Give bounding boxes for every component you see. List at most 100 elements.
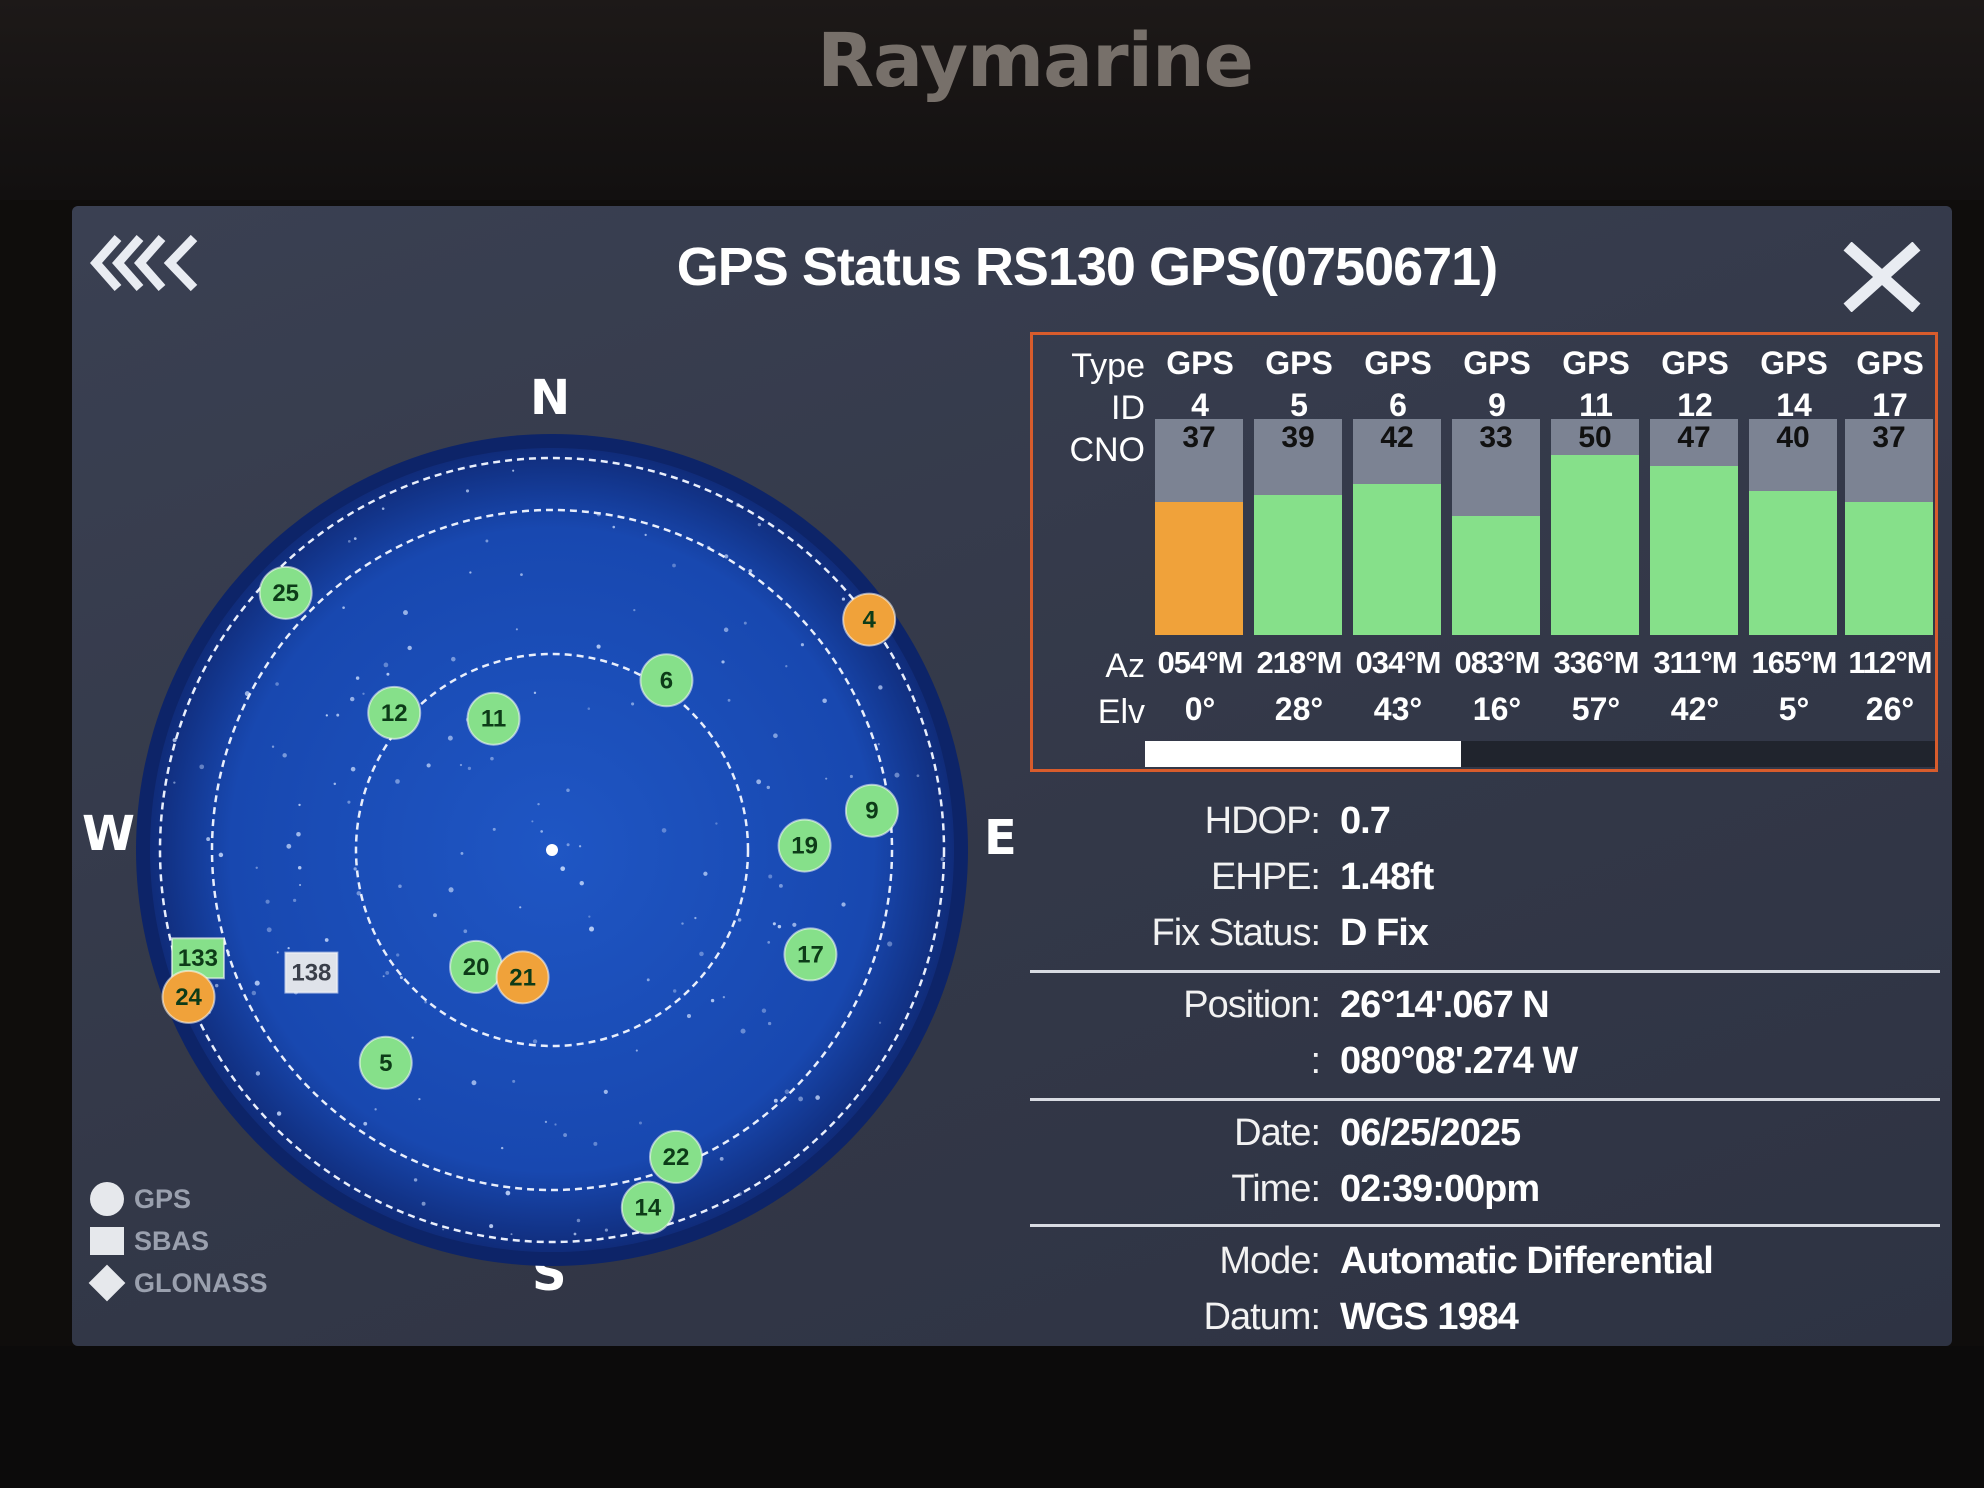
star-dot [275, 682, 279, 686]
star-dot [214, 983, 219, 988]
skyplot-legend: GPS SBAS GLONASS [88, 1178, 268, 1304]
star-dot [792, 922, 797, 927]
cno-bar: 42 [1353, 419, 1441, 635]
hdop-row: HDOP: 0.7 [1030, 800, 1940, 850]
star-dot [510, 1233, 513, 1236]
ehpe-row: EHPE: 1.48ft [1030, 856, 1940, 906]
star-dot [519, 906, 522, 909]
star-dot [287, 947, 290, 950]
satellite-signal-table[interactable]: Type ID CNO Az Elv GPS 4 37 054°M 0° GPS… [1030, 332, 1938, 772]
satellite-marker[interactable]: 19 [777, 818, 832, 873]
satellite-marker[interactable]: 11 [466, 691, 521, 746]
cno-value: 42 [1380, 421, 1414, 454]
star-dot [715, 822, 718, 825]
satellite-id-label: 4 [862, 607, 876, 634]
mode-value: Automatic Differential [1340, 1240, 1714, 1282]
star-dot [638, 1121, 642, 1125]
star-dot [383, 662, 389, 668]
star-dot [773, 1098, 778, 1103]
star-dot [385, 970, 390, 975]
fix-status-label: Fix Status: [1151, 912, 1322, 954]
star-dot [740, 1028, 746, 1034]
compass-north: N [530, 370, 571, 426]
time-label: Time: [1231, 1168, 1321, 1210]
star-dot [560, 866, 566, 872]
cno-bar-fill [1749, 491, 1837, 635]
hdop-value: 0.7 [1340, 800, 1391, 842]
star-dot [710, 998, 715, 1003]
satellite-marker[interactable]: 138 [284, 951, 339, 994]
satellite-marker[interactable]: 17 [783, 927, 838, 982]
star-dot [681, 922, 684, 925]
star-dot [296, 831, 301, 837]
satellite-marker[interactable]: 4 [842, 592, 897, 647]
star-dot [822, 698, 827, 703]
time-row: Time: 02:39:00pm [1030, 1168, 1940, 1218]
datum-row: Datum: WGS 1984 [1030, 1296, 1940, 1346]
star-dot [459, 763, 463, 767]
star-dot [723, 627, 729, 633]
date-label: Date: [1234, 1112, 1321, 1154]
star-dot [325, 714, 328, 717]
star-dot [418, 1097, 421, 1101]
star-dot [350, 696, 355, 702]
ehpe-value: 1.48ft [1340, 856, 1434, 898]
satellite-marker[interactable]: 25 [258, 565, 313, 620]
satellite-marker[interactable]: 21 [495, 950, 550, 1005]
star-dot [266, 927, 272, 933]
satellite-marker[interactable]: 12 [367, 685, 422, 740]
satellite-skyplot[interactable]: 25 6 4 11 12 9 19 17 133 24 138 20 21 5 2214 [132, 430, 972, 1270]
satellite-marker[interactable]: 24 [161, 969, 216, 1024]
scrollbar-thumb[interactable] [1145, 741, 1461, 767]
time-value: 02:39:00pm [1340, 1168, 1540, 1210]
star-dot [206, 837, 211, 842]
compass-west: W [82, 806, 135, 862]
satellite-marker[interactable]: 14 [620, 1180, 675, 1235]
cno-bar-fill [1650, 465, 1738, 635]
star-dot [500, 1146, 504, 1150]
star-dot [533, 691, 537, 695]
position-label: Position: [1183, 984, 1321, 1026]
star-dot [743, 621, 747, 625]
star-dot [489, 1224, 494, 1229]
star-dot [382, 975, 385, 978]
cno-value: 47 [1677, 421, 1711, 454]
satellite-id-label: 133 [178, 945, 218, 972]
table-scrollbar[interactable] [1145, 741, 1935, 767]
star-dot [286, 843, 292, 849]
star-dot [399, 976, 403, 980]
satellite-column: GPS 17 37 112°M 26° [1845, 335, 1935, 775]
back-chevrons-icon [90, 234, 198, 292]
satellite-column: GPS 6 42 034°M 43° [1353, 335, 1443, 775]
close-button[interactable] [1842, 241, 1922, 313]
star-dot [490, 756, 494, 761]
device-bezel-top: Raymarine [0, 0, 1984, 200]
zenith-dot [546, 844, 558, 856]
star-dot [766, 785, 770, 790]
satellite-marker[interactable]: 9 [844, 783, 899, 838]
star-dot [815, 1095, 820, 1100]
star-dot [540, 830, 543, 833]
star-dot [350, 766, 356, 772]
star-dot [255, 1071, 261, 1076]
satellite-marker[interactable]: 20 [449, 939, 504, 994]
star-dot [265, 899, 270, 904]
ehpe-label: EHPE: [1210, 856, 1321, 898]
star-dot [467, 766, 472, 771]
star-dot [719, 1156, 724, 1161]
cno-value: 39 [1281, 421, 1315, 454]
star-dot [785, 665, 788, 668]
legend-item-sbas: SBAS [90, 1220, 268, 1262]
star-dot [512, 469, 515, 472]
back-button[interactable] [82, 228, 212, 298]
fix-status-row: Fix Status: D Fix [1030, 912, 1940, 962]
star-dot [297, 866, 302, 870]
satellite-marker[interactable]: 6 [639, 653, 694, 708]
star-dot [447, 735, 453, 741]
cno-bar: 39 [1254, 419, 1342, 635]
satellite-marker[interactable]: 22 [649, 1129, 704, 1184]
star-dot [512, 1079, 516, 1083]
star-dot [172, 738, 177, 743]
satellite-marker[interactable]: 5 [358, 1035, 413, 1090]
row-label-cno: CNO [1069, 431, 1145, 469]
